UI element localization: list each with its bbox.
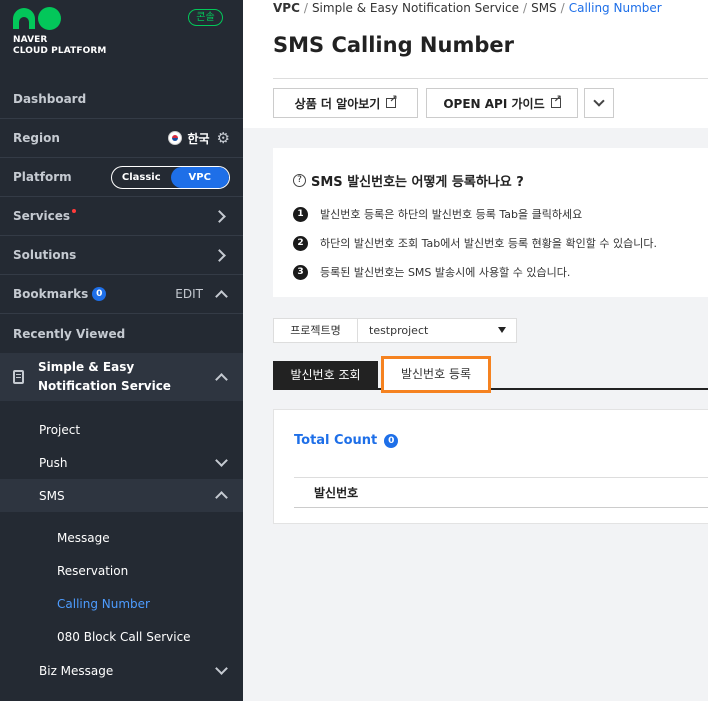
brand-line-1: NAVER xyxy=(13,35,48,45)
breadcrumb-sms[interactable]: SMS xyxy=(531,1,557,15)
breadcrumb-current: Calling Number xyxy=(568,1,662,15)
sidebar-item-biz-message-label: Biz Message xyxy=(39,663,114,678)
chevron-up-icon xyxy=(215,372,228,386)
step-number-1: 1 xyxy=(293,206,308,222)
nav-region-label: Region xyxy=(13,131,60,145)
nav-services-label: Services xyxy=(13,209,71,223)
nav-bookmarks[interactable]: Bookmarks 0 EDIT xyxy=(0,275,243,314)
chevron-right-icon xyxy=(213,248,226,262)
sidebar: NAVER CLOUD PLATFORM 콘솔 Dashboard Region… xyxy=(0,0,243,701)
total-count-badge: 0 xyxy=(384,433,399,448)
nav-solutions[interactable]: Solutions xyxy=(0,236,243,275)
chevron-down-icon xyxy=(593,95,605,107)
step-text-3: 등록된 발신번호는 SMS 발송시에 사용할 수 있습니다. xyxy=(320,266,571,279)
total-count-label: Total Count xyxy=(294,433,378,448)
chevron-down-icon xyxy=(215,453,228,467)
sidebar-item-push[interactable]: Push xyxy=(0,446,243,479)
bookmarks-edit-button[interactable]: EDIT xyxy=(175,287,203,301)
external-link-icon xyxy=(386,94,398,108)
naver-cloud-logo[interactable]: NAVER CLOUD PLATFORM xyxy=(13,7,106,57)
table-header-top-border xyxy=(294,477,708,478)
step-number-3: 3 xyxy=(293,264,308,280)
project-select[interactable]: testproject xyxy=(358,318,517,343)
chevron-down-icon xyxy=(215,661,228,675)
api-guide-button[interactable]: OPEN API 가이드 xyxy=(426,88,578,118)
page-title: SMS Calling Number xyxy=(273,33,514,57)
sidebar-item-biz-message[interactable]: Biz Message xyxy=(0,654,243,687)
info-panel: ? SMS 발신번호는 어떻게 등록하나요 ? 1 발신번호 등록은 하단의 발… xyxy=(273,148,708,297)
console-badge[interactable]: 콘솔 xyxy=(188,9,223,26)
sidebar-item-message[interactable]: Message xyxy=(57,531,110,545)
title-divider xyxy=(273,78,708,79)
info-step: 1 발신번호 등록은 하단의 발신번호 등록 Tab을 클릭하세요 xyxy=(293,206,582,222)
bookmarks-count-badge: 0 xyxy=(92,287,107,302)
calling-number-table: Total Count 0 발신번호 xyxy=(273,409,708,524)
step-text-2: 하단의 발신번호 조회 Tab에서 발신번호 등록 현황을 확인할 수 있습니다… xyxy=(320,237,657,250)
sidebar-item-project[interactable]: Project xyxy=(0,413,243,446)
nav-platform-label: Platform xyxy=(13,170,72,184)
section-sens[interactable]: Simple & Easy Notification Service xyxy=(0,353,243,401)
step-number-2: 2 xyxy=(293,235,308,251)
breadcrumb-vpc[interactable]: VPC xyxy=(273,1,300,15)
info-question-text: SMS 발신번호는 어떻게 등록하나요 ? xyxy=(311,175,524,190)
nav-dashboard-label: Dashboard xyxy=(13,92,87,106)
sidebar-item-project-label: Project xyxy=(39,422,81,437)
sidebar-item-push-label: Push xyxy=(39,455,68,470)
brand-line-2: CLOUD PLATFORM xyxy=(13,46,107,56)
korea-flag-icon xyxy=(168,131,183,145)
breadcrumb: VPC / Simple & Easy Notification Service / S… xyxy=(273,1,662,15)
document-icon xyxy=(13,370,24,384)
sidebar-item-reservation[interactable]: Reservation xyxy=(57,564,128,578)
external-link-icon xyxy=(550,94,562,108)
region-value: 한국 xyxy=(187,131,210,146)
caret-down-icon xyxy=(498,327,506,333)
info-question: ? SMS 발신번호는 어떻게 등록하나요 ? xyxy=(293,171,524,190)
nav-region[interactable]: Region 한국 ⚙ xyxy=(0,119,243,158)
breadcrumb-sens[interactable]: Simple & Easy Notification Service xyxy=(312,1,519,15)
total-count: Total Count 0 xyxy=(294,433,399,448)
nav-services[interactable]: Services xyxy=(0,197,243,236)
chevron-right-icon xyxy=(213,209,226,223)
step-text-1: 발신번호 등록은 하단의 발신번호 등록 Tab을 클릭하세요 xyxy=(320,208,583,221)
recently-viewed-label: Recently Viewed xyxy=(13,326,126,341)
product-info-button[interactable]: 상품 더 알아보기 xyxy=(273,88,418,118)
nav-platform: Platform Classic VPC xyxy=(0,158,243,197)
project-label: 프로젝트명 xyxy=(273,318,358,343)
sidebar-item-sms[interactable]: SMS xyxy=(0,479,243,512)
column-header-calling-number[interactable]: 발신번호 xyxy=(314,484,358,501)
new-dot-icon xyxy=(72,209,77,213)
platform-classic-option[interactable]: Classic xyxy=(112,167,171,188)
api-guide-label: OPEN API 가이드 xyxy=(443,96,545,111)
nav-solutions-label: Solutions xyxy=(13,248,77,262)
chevron-up-icon[interactable] xyxy=(215,289,228,303)
more-button[interactable] xyxy=(584,88,614,118)
chevron-up-icon xyxy=(215,491,228,504)
info-step: 2 하단의 발신번호 조회 Tab에서 발신번호 등록 현황을 확인할 수 있습… xyxy=(293,235,657,251)
info-step: 3 등록된 발신번호는 SMS 발송시에 사용할 수 있습니다. xyxy=(293,264,570,280)
platform-toggle[interactable]: Classic VPC xyxy=(111,165,230,189)
tab-lookup[interactable]: 발신번호 조회 xyxy=(273,361,378,389)
section-sens-label: Simple & Easy Notification Service xyxy=(38,360,171,393)
gear-icon[interactable]: ⚙ xyxy=(217,129,230,147)
sidebar-item-080-block[interactable]: 080 Block Call Service xyxy=(57,630,191,644)
product-info-label: 상품 더 알아보기 xyxy=(294,96,381,111)
question-icon: ? xyxy=(293,174,306,187)
nav-bookmarks-label: Bookmarks xyxy=(13,286,89,301)
nav-dashboard[interactable]: Dashboard xyxy=(0,80,243,119)
project-select-value: testproject xyxy=(369,324,429,337)
nav-recently-viewed: Recently Viewed xyxy=(0,314,243,353)
table-header-bottom-border xyxy=(294,507,708,508)
logo-mark-icon xyxy=(13,7,106,30)
platform-vpc-option[interactable]: VPC xyxy=(170,166,229,188)
sidebar-item-calling-number[interactable]: Calling Number xyxy=(57,597,150,611)
tab-register[interactable]: 발신번호 등록 xyxy=(381,356,491,393)
sidebar-item-sms-label: SMS xyxy=(39,488,65,503)
page-header: VPC / Simple & Easy Notification Service / S… xyxy=(243,0,708,128)
